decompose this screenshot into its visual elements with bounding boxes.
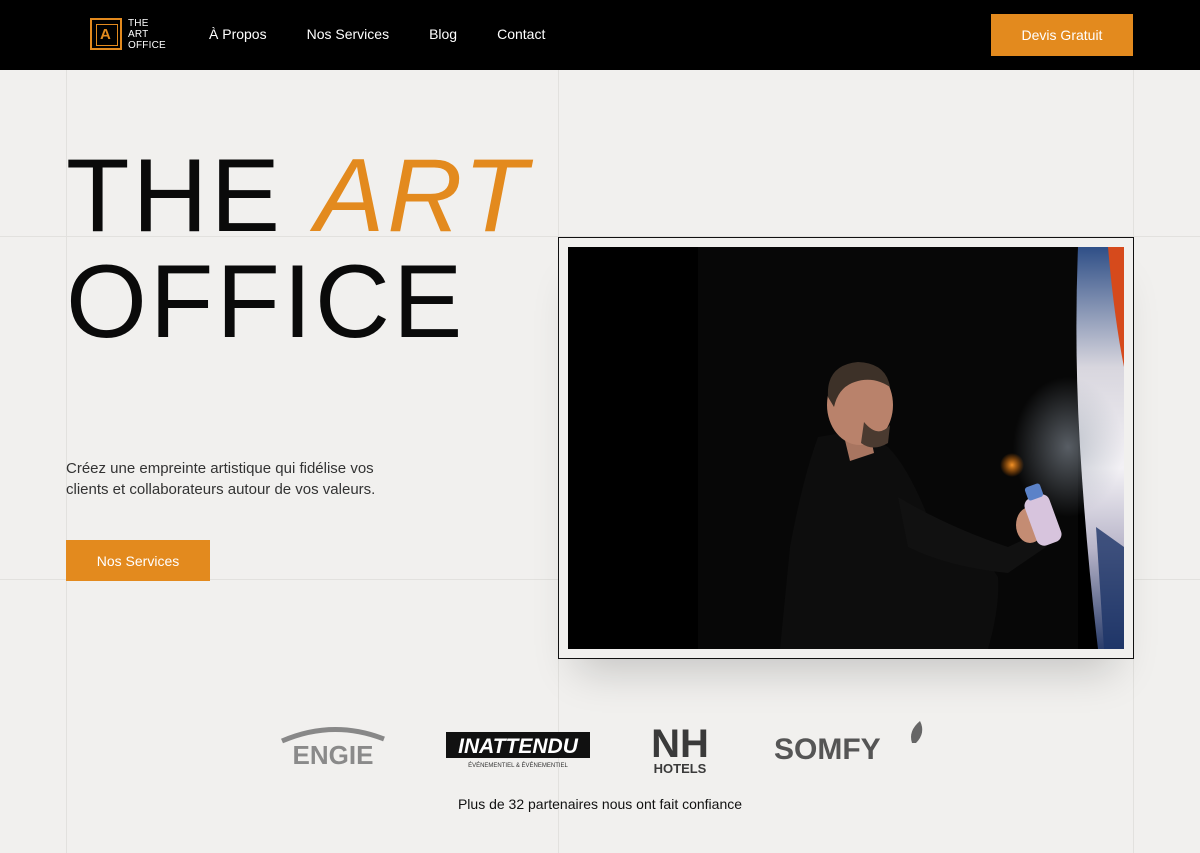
- nav-link-contact[interactable]: Contact: [497, 26, 545, 42]
- hero-title: THE ART OFFICE: [66, 143, 530, 355]
- hero-title-office: OFFICE: [66, 244, 466, 360]
- logo-text: THE ART OFFICE: [128, 18, 166, 51]
- hero-title-art: ART: [314, 138, 531, 254]
- hero-photo: [568, 247, 1124, 649]
- nav-link-nos-services[interactable]: Nos Services: [307, 26, 389, 42]
- logo-mark-icon: A: [90, 18, 122, 50]
- nav-links: À Propos Nos Services Blog Contact: [209, 26, 545, 42]
- logo-glyph: A: [100, 26, 111, 43]
- nav-link-blog[interactable]: Blog: [429, 26, 457, 42]
- hero-photo-frame: [558, 237, 1134, 659]
- somfy-logo-text: SOMFY: [774, 733, 881, 766]
- inattendu-logo-subtext: ÉVÉNEMENTIEL & ÉVÉNEMENTIEL: [468, 762, 568, 769]
- nos-services-button[interactable]: Nos Services: [66, 540, 210, 581]
- logo-text-line: ART: [128, 29, 149, 40]
- engie-logo-text: ENGIE: [293, 740, 374, 769]
- nh-hotels-logo: NH HOTELS: [651, 722, 709, 776]
- logo-text-line: OFFICE: [128, 40, 166, 51]
- nh-logo-subtext: HOTELS: [654, 761, 707, 776]
- somfy-logo: SOMFY: [774, 721, 923, 766]
- partners-caption: Plus de 32 partenaires nous ont fait con…: [457, 796, 743, 812]
- nh-logo-text: NH: [651, 722, 709, 766]
- logo[interactable]: A THE ART OFFICE: [90, 18, 166, 51]
- hero-description: Créez une empreinte artistique qui fidél…: [66, 460, 376, 498]
- inattendu-logo-text: INATTENDU: [458, 735, 579, 758]
- hero-title-the: THE: [66, 138, 283, 254]
- artist-spray-painting-illustration: [568, 247, 1124, 649]
- inattendu-logo: INATTENDU ÉVÉNEMENTIEL & ÉVÉNEMENTIEL: [446, 732, 590, 769]
- devis-gratuit-button[interactable]: Devis Gratuit: [991, 14, 1133, 56]
- navbar: A THE ART OFFICE À Propos Nos Services B…: [0, 0, 1200, 70]
- nav-link-a-propos[interactable]: À Propos: [209, 26, 267, 42]
- logo-text-line: THE: [128, 18, 149, 29]
- partners-logos: ENGIE INATTENDU ÉVÉNEMENTIEL & ÉVÉNEMENT…: [0, 715, 1200, 785]
- engie-logo: ENGIE: [281, 726, 385, 769]
